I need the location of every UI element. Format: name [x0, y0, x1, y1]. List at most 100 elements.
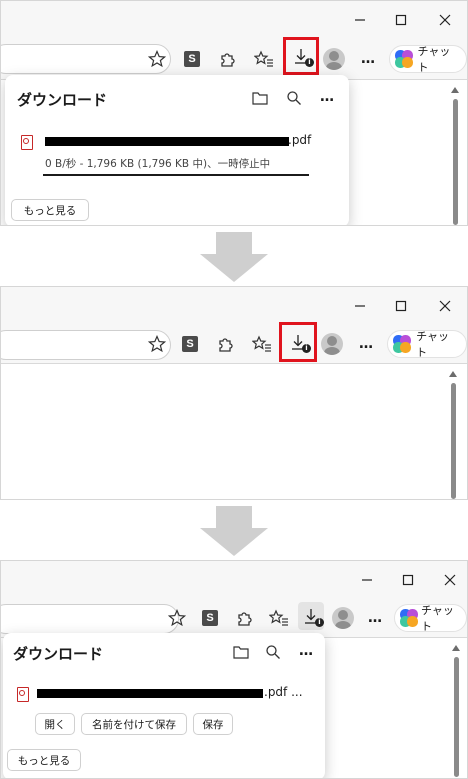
- extensions-button[interactable]: [213, 332, 237, 356]
- favorite-star-button[interactable]: [145, 47, 169, 71]
- copilot-chat-label: チャット: [416, 330, 450, 359]
- browser-toolbar: S i … チャット: [1, 37, 467, 79]
- favorites-button[interactable]: [252, 47, 276, 71]
- copilot-chat-button[interactable]: チャット: [394, 604, 467, 633]
- maximize-icon: [395, 300, 407, 312]
- open-folder-button[interactable]: [251, 89, 269, 107]
- favorites-button[interactable]: [250, 332, 274, 356]
- step-arrow-1-icon: [200, 232, 268, 284]
- open-folder-button[interactable]: [232, 643, 250, 661]
- pdf-file-icon: [21, 135, 33, 150]
- maximize-button[interactable]: [390, 295, 412, 317]
- s-extension-icon: S: [184, 51, 200, 67]
- scroll-up-arrow-icon[interactable]: [449, 371, 457, 377]
- search-downloads-button[interactable]: [285, 89, 303, 107]
- copilot-logo-icon: [394, 49, 413, 69]
- see-more-button[interactable]: もっと見る: [11, 199, 89, 221]
- download-status-text: 0 B/秒 - 1,796 KB (1,796 KB 中)、一時停止中: [45, 158, 271, 170]
- open-file-button[interactable]: 開く: [35, 713, 75, 735]
- title-bar: [1, 1, 467, 39]
- save-as-button[interactable]: 名前を付けて保存: [81, 713, 187, 735]
- settings-more-button[interactable]: …: [356, 47, 380, 71]
- scrollbar[interactable]: [448, 367, 458, 499]
- extensions-button[interactable]: [215, 47, 239, 71]
- profile-avatar[interactable]: [323, 48, 345, 70]
- s-extension-button[interactable]: S: [198, 606, 222, 630]
- downloads-more-options-button[interactable]: …: [318, 88, 336, 106]
- s-extension-icon: S: [182, 336, 198, 352]
- puzzle-icon: [219, 338, 233, 352]
- star-icon: [168, 609, 186, 627]
- minimize-icon: [362, 579, 372, 581]
- downloads-button[interactable]: i: [285, 328, 311, 356]
- scrollbar[interactable]: [450, 83, 460, 225]
- maximize-icon: [395, 14, 407, 26]
- minimize-button[interactable]: [356, 569, 378, 591]
- favorites-button[interactable]: [267, 606, 291, 630]
- profile-avatar[interactable]: [321, 333, 343, 355]
- copilot-logo-icon: [399, 608, 418, 628]
- screenshot-step-1: S i … チャット ダウンロード … .pdf 0 B/秒 - 1,796 K…: [0, 0, 468, 226]
- settings-more-button[interactable]: …: [354, 332, 378, 356]
- favorites-list-icon: [269, 609, 288, 626]
- minimize-button[interactable]: [349, 9, 371, 31]
- favorite-star-button[interactable]: [165, 606, 189, 630]
- see-more-button[interactable]: もっと見る: [7, 749, 81, 771]
- extensions-button[interactable]: [232, 606, 256, 630]
- download-info-badge-icon: i: [305, 58, 314, 67]
- search-downloads-button[interactable]: [264, 643, 282, 661]
- minimize-button[interactable]: [349, 295, 371, 317]
- title-bar: [1, 561, 467, 599]
- close-button[interactable]: [434, 9, 456, 31]
- downloads-more-options-button[interactable]: …: [297, 642, 315, 660]
- redacted-filename: [45, 137, 289, 146]
- downloads-button[interactable]: i: [288, 42, 314, 70]
- close-button[interactable]: [439, 569, 461, 591]
- copilot-chat-label: チャット: [417, 45, 451, 74]
- scrollbar-thumb[interactable]: [451, 383, 456, 499]
- favorites-list-icon: [252, 335, 271, 352]
- s-extension-button[interactable]: S: [180, 47, 204, 71]
- close-icon: [444, 574, 456, 586]
- maximize-button[interactable]: [390, 9, 412, 31]
- scrollbar-thumb[interactable]: [453, 99, 458, 225]
- redacted-filename: [37, 689, 263, 698]
- scroll-up-arrow-icon[interactable]: [452, 645, 460, 651]
- save-button[interactable]: 保存: [193, 713, 233, 735]
- pdf-file-icon: [17, 687, 29, 702]
- downloads-button[interactable]: i: [298, 602, 324, 630]
- star-icon: [148, 50, 166, 68]
- folder-icon: [233, 646, 249, 659]
- close-icon: [439, 14, 451, 26]
- profile-avatar[interactable]: [332, 607, 354, 629]
- close-button[interactable]: [434, 295, 456, 317]
- copilot-chat-button[interactable]: チャット: [389, 45, 467, 74]
- copilot-chat-button[interactable]: チャット: [387, 330, 467, 359]
- minimize-icon: [355, 305, 365, 307]
- maximize-icon: [402, 574, 414, 586]
- downloads-flyout-title: ダウンロード: [17, 91, 108, 109]
- file-extension: .pdf: [288, 133, 312, 147]
- copilot-logo-icon: [392, 334, 411, 354]
- page-content: [1, 363, 467, 499]
- screenshot-step-2: S i … チャット: [0, 286, 468, 500]
- puzzle-icon: [238, 612, 252, 626]
- scroll-up-arrow-icon[interactable]: [451, 87, 459, 93]
- folder-icon: [252, 92, 268, 105]
- maximize-button[interactable]: [397, 569, 419, 591]
- s-extension-button[interactable]: S: [178, 332, 202, 356]
- scrollbar[interactable]: [451, 641, 461, 778]
- scrollbar-thumb[interactable]: [454, 657, 459, 777]
- copilot-chat-label: チャット: [420, 604, 454, 633]
- settings-more-button[interactable]: …: [363, 606, 387, 630]
- browser-toolbar: S i … チャット: [1, 322, 467, 365]
- search-icon: [266, 645, 280, 659]
- address-bar[interactable]: [1, 604, 179, 634]
- file-extension: .pdf ...: [264, 685, 303, 699]
- download-info-badge-icon: i: [315, 618, 324, 627]
- star-icon: [148, 335, 166, 353]
- favorite-star-button[interactable]: [145, 332, 169, 356]
- puzzle-icon: [221, 53, 235, 67]
- downloads-flyout: ダウンロード … .pdf ... 開く 名前を付けて保存 保存 もっと見る: [3, 633, 325, 778]
- screenshot-step-3: S i … チャット ダウンロード … .pdf ... 開く 名前を付けて保存…: [0, 560, 468, 779]
